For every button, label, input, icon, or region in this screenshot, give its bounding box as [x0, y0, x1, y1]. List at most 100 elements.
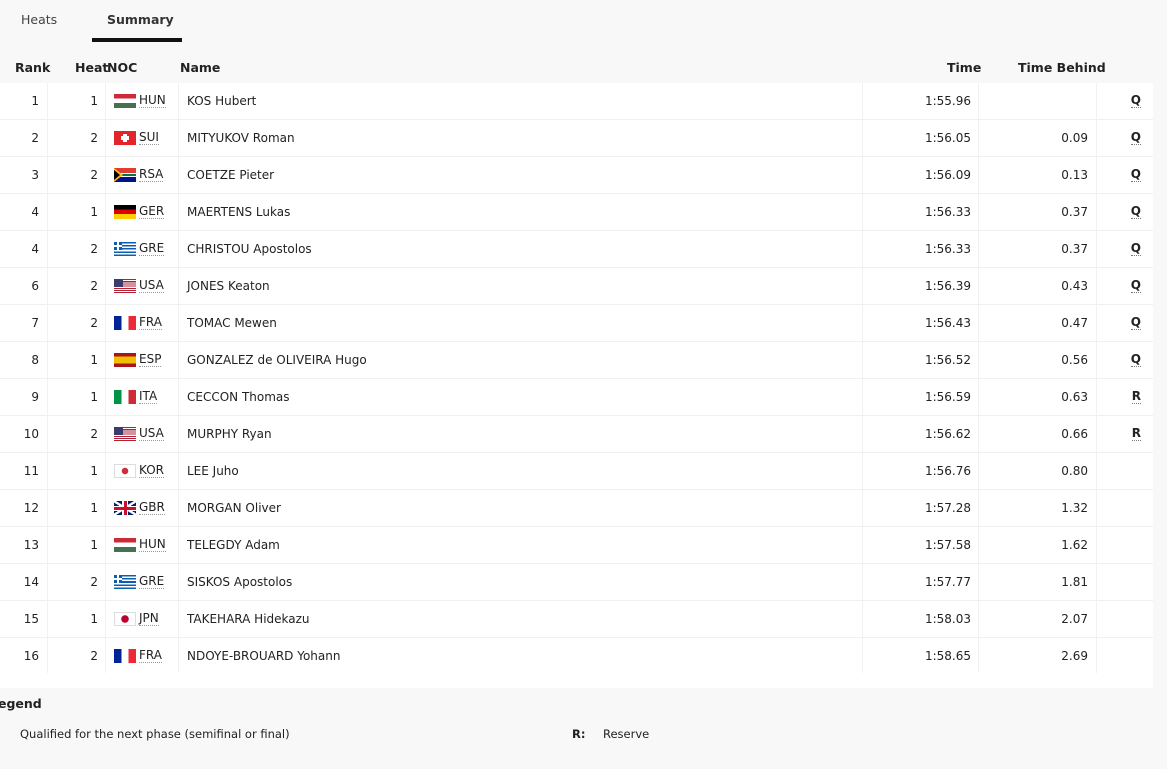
- table-row[interactable]: 11 1 KOR LEE Juho 1:56.76 0.80: [0, 453, 1153, 490]
- table-row[interactable]: 4 2 GRE CHRISTOU Apostolos 1:56.33 0.37 Q: [0, 231, 1153, 268]
- noc-code[interactable]: RSA: [139, 168, 164, 182]
- athlete-name[interactable]: MURPHY Ryan: [187, 427, 272, 441]
- athlete-name[interactable]: SISKOS Apostolos: [187, 575, 292, 589]
- noc-code[interactable]: HUN: [139, 538, 166, 552]
- heat-cell: 2: [90, 575, 98, 589]
- table-row[interactable]: 12 1 GBR MORGAN Oliver 1:57.28 1.32: [0, 490, 1153, 527]
- time-cell: 1:56.62: [924, 427, 971, 441]
- header-noc[interactable]: NOC: [107, 60, 137, 75]
- noc-code[interactable]: ITA: [139, 390, 158, 404]
- time-behind-cell: 0.37: [1061, 205, 1088, 219]
- column-divider: [862, 564, 863, 600]
- column-divider: [862, 231, 863, 267]
- athlete-name[interactable]: TOMAC Mewen: [187, 316, 277, 330]
- header-rank[interactable]: Rank: [15, 60, 50, 75]
- athlete-name[interactable]: MORGAN Oliver: [187, 501, 281, 515]
- table-row[interactable]: 1 1 HUN KOS Hubert 1:55.96 Q: [0, 83, 1153, 120]
- qualified-mark[interactable]: Q: [1130, 205, 1141, 219]
- noc-code[interactable]: GBR: [139, 501, 165, 515]
- reserve-mark[interactable]: R: [1131, 427, 1141, 441]
- table-row[interactable]: 4 1 GER MAERTENS Lukas 1:56.33 0.37 Q: [0, 194, 1153, 231]
- column-divider: [862, 342, 863, 378]
- qualified-mark[interactable]: Q: [1130, 131, 1141, 145]
- column-divider: [978, 416, 979, 452]
- time-behind-cell: 2.07: [1061, 612, 1088, 626]
- table-row[interactable]: 15 1 JPN TAKEHARA Hidekazu 1:58.03 2.07: [0, 601, 1153, 638]
- athlete-name[interactable]: KOS Hubert: [187, 94, 256, 108]
- table-row[interactable]: 2 2 SUI MITYUKOV Roman 1:56.05 0.09 Q: [0, 120, 1153, 157]
- qualified-mark[interactable]: Q: [1130, 316, 1141, 330]
- rank-cell: 10: [23, 427, 39, 441]
- column-divider: [978, 157, 979, 193]
- rank-cell: 11: [23, 464, 39, 478]
- legend-qualified: Qualified for the next phase (semifinal …: [20, 727, 290, 741]
- column-divider: [105, 231, 106, 267]
- time-behind-cell: 0.43: [1061, 279, 1088, 293]
- noc-code[interactable]: KOR: [139, 464, 164, 478]
- column-divider: [862, 453, 863, 489]
- noc-code[interactable]: USA: [139, 279, 164, 293]
- tab-heats[interactable]: Heats: [21, 12, 57, 27]
- qualified-mark[interactable]: Q: [1130, 279, 1141, 293]
- rank-cell: 9: [31, 390, 39, 404]
- athlete-name[interactable]: LEE Juho: [187, 464, 239, 478]
- header-heat[interactable]: Heat: [75, 60, 108, 75]
- table-row[interactable]: 6 2 USA JONES Keaton 1:56.39 0.43 Q: [0, 268, 1153, 305]
- legend-reserve: Reserve: [603, 727, 650, 741]
- table-row[interactable]: 9 1 ITA CECCON Thomas 1:56.59 0.63 R: [0, 379, 1153, 416]
- heat-cell: 2: [90, 316, 98, 330]
- table-row[interactable]: 13 1 HUN TELEGDY Adam 1:57.58 1.62: [0, 527, 1153, 564]
- athlete-name[interactable]: MITYUKOV Roman: [187, 131, 295, 145]
- column-divider: [47, 157, 48, 193]
- noc-code[interactable]: GRE: [139, 575, 165, 589]
- time-cell: 1:56.05: [924, 131, 971, 145]
- rank-cell: 13: [23, 538, 39, 552]
- reserve-mark[interactable]: R: [1131, 390, 1141, 404]
- table-row[interactable]: 10 2 USA MURPHY Ryan 1:56.62 0.66 R: [0, 416, 1153, 453]
- athlete-name[interactable]: MAERTENS Lukas: [187, 205, 290, 219]
- noc-code[interactable]: ESP: [139, 353, 162, 367]
- active-tab-indicator: [92, 38, 182, 42]
- athlete-name[interactable]: TAKEHARA Hidekazu: [187, 612, 310, 626]
- time-cell: 1:56.39: [924, 279, 971, 293]
- noc-code[interactable]: SUI: [139, 131, 159, 145]
- qualified-mark[interactable]: Q: [1130, 353, 1141, 367]
- column-divider: [1096, 453, 1097, 489]
- athlete-name[interactable]: TELEGDY Adam: [187, 538, 280, 552]
- qualified-mark[interactable]: Q: [1130, 94, 1141, 108]
- noc-code[interactable]: HUN: [139, 94, 166, 108]
- header-name[interactable]: Name: [180, 60, 220, 75]
- tab-summary[interactable]: Summary: [107, 12, 174, 27]
- noc-code[interactable]: FRA: [139, 649, 162, 663]
- athlete-name[interactable]: NDOYE-BROUARD Yohann: [187, 649, 340, 663]
- rank-cell: 3: [31, 168, 39, 182]
- noc-code[interactable]: USA: [139, 427, 164, 441]
- noc-code[interactable]: FRA: [139, 316, 162, 330]
- column-divider: [1096, 268, 1097, 304]
- athlete-name[interactable]: COETZE Pieter: [187, 168, 274, 182]
- athlete-name[interactable]: JONES Keaton: [187, 279, 270, 293]
- noc-code[interactable]: GRE: [139, 242, 165, 256]
- column-divider: [178, 268, 179, 304]
- column-divider: [978, 194, 979, 230]
- athlete-name[interactable]: CECCON Thomas: [187, 390, 290, 404]
- column-divider: [862, 601, 863, 637]
- table-row[interactable]: 14 2 GRE SISKOS Apostolos 1:57.77 1.81: [0, 564, 1153, 601]
- header-time-behind[interactable]: Time Behind: [1018, 60, 1106, 75]
- heat-cell: 2: [90, 168, 98, 182]
- table-row[interactable]: 16 2 FRA NDOYE-BROUARD Yohann 1:58.65 2.69: [0, 638, 1153, 675]
- column-divider: [978, 268, 979, 304]
- athlete-name[interactable]: GONZALEZ de OLIVEIRA Hugo: [187, 353, 367, 367]
- athlete-name[interactable]: CHRISTOU Apostolos: [187, 242, 312, 256]
- qualified-mark[interactable]: Q: [1130, 242, 1141, 256]
- qualified-mark[interactable]: Q: [1130, 168, 1141, 182]
- noc-code[interactable]: JPN: [139, 612, 159, 626]
- column-divider: [178, 157, 179, 193]
- header-time[interactable]: Time: [947, 60, 981, 75]
- noc-code[interactable]: GER: [139, 205, 165, 219]
- column-divider: [105, 453, 106, 489]
- column-divider: [47, 342, 48, 378]
- table-row[interactable]: 8 1 ESP GONZALEZ de OLIVEIRA Hugo 1:56.52 0.5…: [0, 342, 1153, 379]
- table-row[interactable]: 3 2 RSA COETZE Pieter 1:56.09 0.13 Q: [0, 157, 1153, 194]
- table-row[interactable]: 7 2 FRA TOMAC Mewen 1:56.43 0.47 Q: [0, 305, 1153, 342]
